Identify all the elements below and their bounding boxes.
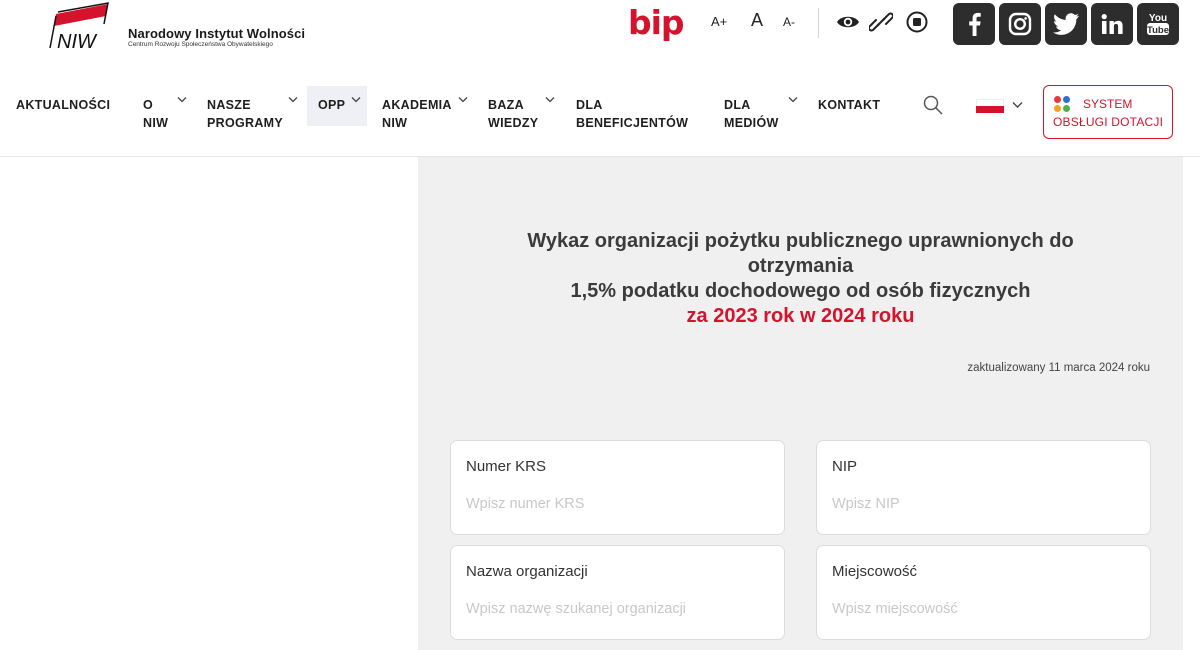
- org-name: Narodowy Instytut Wolności: [128, 26, 306, 41]
- nav-item-label: BENEFICJENTÓW: [576, 116, 689, 130]
- chevron-down-icon[interactable]: [1012, 101, 1023, 109]
- dot: [1063, 96, 1070, 103]
- chevron-down-icon[interactable]: [545, 96, 555, 104]
- nav-item-label: AKTUALNOŚCI: [16, 98, 111, 112]
- nav-item-label: NIW: [143, 116, 169, 130]
- niw-logo[interactable]: NIW: [42, 2, 114, 54]
- title-line-3: 1,5% podatku dochodowego od osób fizyczn…: [570, 280, 1031, 302]
- chevron-down-icon[interactable]: [458, 96, 468, 104]
- nip-input[interactable]: [832, 493, 1132, 515]
- city-input[interactable]: [832, 598, 1132, 620]
- dot: [1063, 105, 1070, 112]
- svg-text:Tube: Tube: [1147, 25, 1169, 36]
- nav-item-opp[interactable]: OPP: [307, 86, 367, 126]
- eye-icon[interactable]: [836, 10, 860, 34]
- dot: [1054, 105, 1061, 112]
- dot: [1054, 96, 1061, 103]
- grid-dots-icon: [1054, 96, 1072, 114]
- system-obslugi-dotacji-button[interactable]: SYSTEM OBSŁUGI DOTACJI: [1043, 85, 1173, 139]
- title-line-4: za 2023 rok w 2024 roku: [686, 305, 915, 327]
- nip-field: NIP: [816, 440, 1151, 535]
- org-subtitle: Centrum Rozwoju Społeczeństwa Obywatelsk…: [128, 41, 273, 48]
- nav-item-label: PROGRAMY: [207, 116, 284, 130]
- nav-item-aktualnosci[interactable]: AKTUALNOŚCI: [16, 86, 116, 132]
- nip-label: NIP: [832, 458, 858, 475]
- link-icon[interactable]: [869, 10, 893, 34]
- nav-item-label: DLA: [724, 98, 751, 112]
- nav-item-kontakt[interactable]: KONTAKT: [818, 86, 898, 132]
- city-field: Miejscowość: [816, 545, 1151, 640]
- title-line-1: Wykaz organizacji pożytku publicznego up…: [527, 230, 1074, 252]
- search-icon[interactable]: [923, 95, 943, 115]
- search-panel: Wykaz organizacji pożytku publicznego up…: [418, 157, 1183, 650]
- nav-item-label: WIEDZY: [488, 116, 539, 130]
- nav-item-dla-mediow[interactable]: DLA MEDIÓW: [724, 86, 794, 132]
- sod-label-line2: OBSŁUGI DOTACJI: [1053, 115, 1164, 129]
- divider: [818, 8, 819, 38]
- organization-name-label: Nazwa organizacji: [466, 563, 588, 580]
- city-label: Miejscowość: [832, 563, 918, 580]
- main-nav: AKTUALNOŚCI O NIW NASZE PROGRAMY OPP AKA…: [0, 86, 1200, 144]
- linkedin-icon[interactable]: [1091, 3, 1133, 45]
- instagram-icon[interactable]: [999, 3, 1041, 45]
- chevron-down-icon[interactable]: [288, 96, 298, 104]
- krs-label: Numer KRS: [466, 458, 547, 475]
- twitter-icon[interactable]: [1045, 3, 1087, 45]
- facebook-icon[interactable]: [953, 3, 995, 45]
- nav-item-nasze-programy[interactable]: NASZE PROGRAMY: [207, 86, 297, 132]
- chevron-down-icon[interactable]: [177, 96, 187, 104]
- youtube-icon[interactable]: You Tube: [1137, 3, 1179, 45]
- organization-name-field: Nazwa organizacji: [450, 545, 785, 640]
- top-bar: NIW Narodowy Instytut Wolności Centrum R…: [0, 0, 1200, 70]
- nav-item-label: NIW: [382, 116, 408, 130]
- font-normal-button[interactable]: A: [751, 10, 763, 31]
- nav-item-label: DLA: [576, 98, 603, 112]
- nav-item-label: MEDIÓW: [724, 116, 779, 130]
- nav-item-akademia-niw[interactable]: AKADEMIA NIW: [382, 86, 472, 132]
- language-flag-pl[interactable]: [976, 99, 1004, 113]
- organization-name-input[interactable]: [466, 598, 766, 620]
- nav-item-dla-beneficjentow[interactable]: DLA BENEFICJENTÓW: [576, 86, 706, 132]
- bip-link[interactable]: bip: [628, 3, 685, 42]
- svg-text:You: You: [1149, 13, 1167, 24]
- font-increase-button[interactable]: A+: [711, 14, 727, 29]
- page-title: Wykaz organizacji pożytku publicznego up…: [418, 229, 1183, 329]
- krs-field: Numer KRS: [450, 440, 785, 535]
- nav-item-baza-wiedzy[interactable]: BAZA WIEDZY: [488, 86, 558, 132]
- chevron-down-icon[interactable]: [351, 96, 361, 104]
- nav-item-label: KONTAKT: [818, 98, 881, 112]
- font-decrease-button[interactable]: A-: [783, 15, 795, 29]
- title-line-2: otrzymania: [747, 255, 854, 277]
- nav-item-o-niw[interactable]: O NIW: [143, 86, 193, 132]
- sod-label-line1: SYSTEM: [1083, 97, 1133, 111]
- logo-text: NIW: [57, 31, 98, 53]
- krs-input[interactable]: [466, 493, 766, 515]
- stop-icon[interactable]: [905, 10, 929, 34]
- updated-date: zaktualizowany 11 marca 2024 roku: [967, 362, 1150, 374]
- chevron-down-icon[interactable]: [788, 96, 798, 104]
- nav-item-label: NASZE: [207, 98, 251, 112]
